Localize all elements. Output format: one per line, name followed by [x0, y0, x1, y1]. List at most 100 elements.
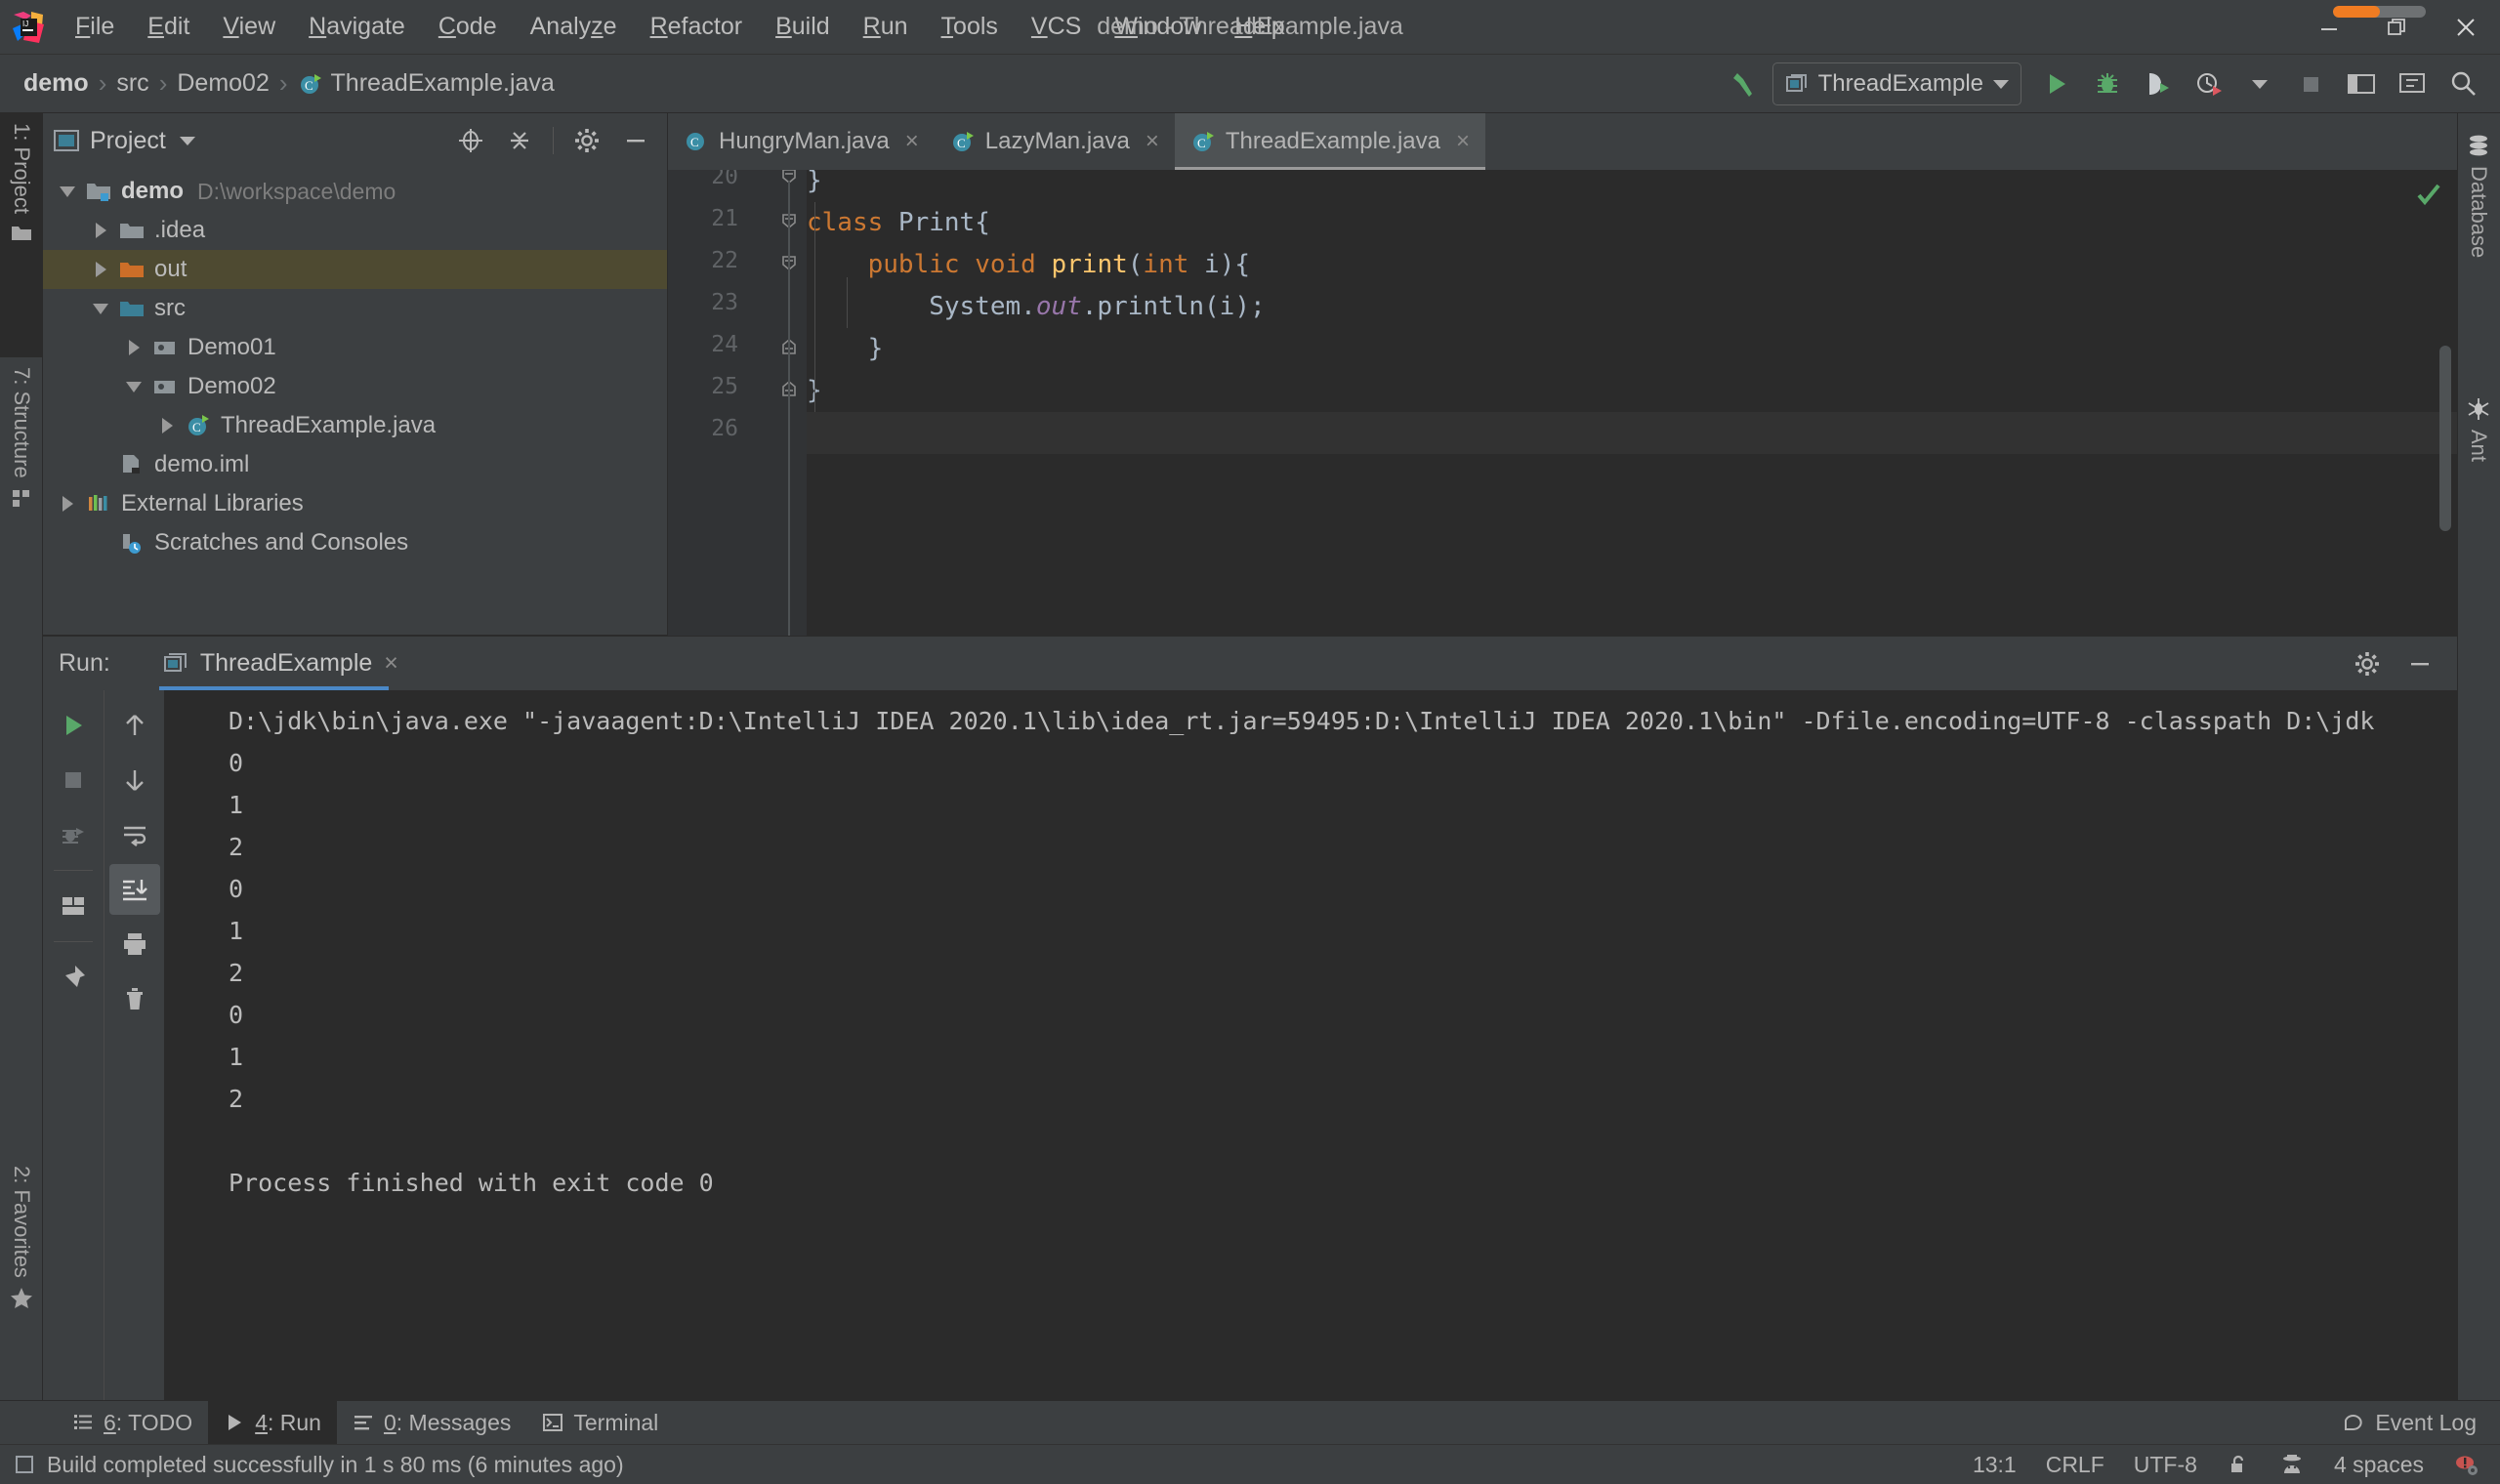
tree-row-scratches-and-consoles[interactable]: Scratches and Consoles: [43, 523, 667, 562]
menu-item-vcs[interactable]: VCS: [1015, 10, 1098, 45]
trash-icon[interactable]: [109, 973, 160, 1024]
run-with-coverage-icon[interactable]: [2135, 61, 2182, 107]
event-log-button[interactable]: Event Log: [2342, 1410, 2500, 1436]
menu-item-edit[interactable]: Edit: [131, 10, 206, 45]
menu-item-run[interactable]: Run: [847, 10, 925, 45]
menu-item-view[interactable]: View: [206, 10, 292, 45]
menu-item-analyze[interactable]: Analyze: [514, 10, 634, 45]
rerun-icon[interactable]: [48, 700, 99, 751]
tree-row-demo02[interactable]: Demo02: [43, 367, 667, 406]
tree-row-out[interactable]: out: [43, 250, 667, 289]
chevron-down-icon[interactable]: [179, 136, 195, 145]
gear-icon[interactable]: [565, 119, 608, 162]
editor-tab-hungryman[interactable]: C HungryMan.java ×: [668, 113, 935, 170]
hector-icon[interactable]: [2279, 1452, 2305, 1477]
rerun-failed-tests-icon[interactable]: [48, 809, 99, 860]
menu-item-code[interactable]: Code: [422, 10, 514, 45]
breadcrumb-item-demo02[interactable]: Demo02: [169, 67, 277, 100]
breadcrumb-item-src[interactable]: src: [108, 67, 156, 100]
sidebar-item-ant[interactable]: Ant: [2457, 387, 2500, 533]
chevron-down-icon[interactable]: [1993, 79, 2009, 89]
inspection-ok-icon[interactable]: [2414, 180, 2443, 214]
stop-icon[interactable]: [2287, 61, 2334, 107]
twisty-right-icon[interactable]: [152, 418, 182, 433]
twisty-down-icon[interactable]: [86, 303, 115, 314]
breadcrumb-item-demo[interactable]: demo: [16, 67, 97, 100]
twisty-down-icon[interactable]: [53, 186, 82, 197]
window-controls[interactable]: [2295, 0, 2500, 55]
pin-icon[interactable]: [48, 952, 99, 1003]
collapse-all-icon[interactable]: [498, 119, 541, 162]
sync-icon[interactable]: [2389, 61, 2436, 107]
tree-row-src[interactable]: src: [43, 289, 667, 328]
tree-row-demo-iml[interactable]: demo.iml: [43, 445, 667, 484]
hide-icon[interactable]: [614, 119, 657, 162]
inspection-warning-icon[interactable]: [2453, 1452, 2479, 1477]
soft-wrap-icon[interactable]: [109, 809, 160, 860]
file-encoding[interactable]: UTF-8: [2134, 1452, 2197, 1478]
console-output[interactable]: D:\jdk\bin\java.exe "-javaagent:D:\Intel…: [164, 690, 2457, 1429]
code-content[interactable]: } class Print{ public void print(int i){…: [807, 170, 2457, 636]
bottom-tab-run[interactable]: 4: Run: [208, 1400, 337, 1445]
search-everywhere-icon[interactable]: [2439, 61, 2486, 107]
twisty-right-icon[interactable]: [119, 340, 148, 355]
project-tree[interactable]: demo D:\workspace\demo .idea out src Dem…: [43, 168, 667, 635]
sidebar-item-database[interactable]: Database: [2457, 123, 2500, 367]
down-icon[interactable]: [109, 755, 160, 805]
twisty-down-icon[interactable]: [119, 381, 148, 392]
close-icon[interactable]: ×: [1146, 128, 1159, 155]
print-icon[interactable]: [109, 919, 160, 969]
menu-item-tools[interactable]: Tools: [925, 10, 1015, 45]
code-editor[interactable]: 20 21 22 23 24 25 26} class Print{publ…: [668, 170, 2457, 636]
hide-icon[interactable]: [2398, 642, 2441, 685]
unlock-icon[interactable]: [2227, 1453, 2250, 1476]
up-icon[interactable]: [109, 700, 160, 751]
layout-icon[interactable]: [2338, 61, 2385, 107]
bottom-tab-messages[interactable]: 0: Messages: [337, 1401, 526, 1445]
editor-tab-lazyman[interactable]: C LazyMan.java ×: [935, 113, 1175, 170]
menu-item-help[interactable]: Help: [1218, 10, 1301, 45]
close-icon[interactable]: ×: [905, 128, 919, 155]
close-icon[interactable]: [2432, 0, 2500, 55]
tree-row-threadexample[interactable]: C ThreadExample.java: [43, 406, 667, 445]
menu-item-navigate[interactable]: Navigate: [292, 10, 422, 45]
sidebar-item-project[interactable]: 1: Project: [0, 113, 43, 357]
tree-row-idea[interactable]: .idea: [43, 211, 667, 250]
tree-row-external-libraries[interactable]: External Libraries: [43, 484, 667, 523]
tree-row-demo01[interactable]: Demo01: [43, 328, 667, 367]
line-separator[interactable]: CRLF: [2046, 1452, 2104, 1478]
profiler-dropdown-icon[interactable]: [2236, 61, 2283, 107]
restore-icon[interactable]: [2363, 0, 2432, 55]
indent-setting[interactable]: 4 spaces: [2334, 1452, 2424, 1478]
build-status-message[interactable]: Build completed successfully in 1 s 80 m…: [14, 1452, 624, 1478]
locate-icon[interactable]: [449, 119, 492, 162]
caret-position[interactable]: 13:1: [1973, 1452, 2017, 1478]
build-hammer-icon[interactable]: [1722, 61, 1769, 107]
menu-bar[interactable]: File Edit View Navigate Code Analyze Ref…: [59, 10, 1302, 45]
close-icon[interactable]: ×: [384, 649, 398, 678]
editor-tab-threadexample[interactable]: C ThreadExample.java ×: [1174, 113, 1486, 170]
stop-icon[interactable]: [48, 755, 99, 805]
scroll-to-end-icon[interactable]: [108, 864, 160, 915]
sidebar-item-favorites[interactable]: 2: Favorites: [0, 1156, 43, 1420]
bottom-tab-todo[interactable]: 6: TODO: [57, 1401, 208, 1445]
tree-row-demo[interactable]: demo D:\workspace\demo: [43, 172, 667, 211]
editor-tab-bar[interactable]: C HungryMan.java × C LazyMan.java × C Th…: [668, 113, 2457, 170]
debug-icon[interactable]: [2084, 61, 2131, 107]
run-icon[interactable]: [2033, 61, 2080, 107]
twisty-right-icon[interactable]: [53, 496, 82, 512]
menu-item-refactor[interactable]: Refactor: [634, 10, 760, 45]
run-configuration-selector[interactable]: ThreadExample: [1771, 62, 2021, 105]
layout-settings-icon[interactable]: [48, 881, 99, 931]
bottom-tab-terminal[interactable]: Terminal: [526, 1401, 674, 1445]
minimize-icon[interactable]: [2295, 0, 2363, 55]
twisty-right-icon[interactable]: [86, 262, 115, 277]
sidebar-item-structure[interactable]: 7: Structure: [0, 357, 43, 640]
gear-icon[interactable]: [2346, 642, 2389, 685]
twisty-right-icon[interactable]: [86, 223, 115, 238]
profiler-icon[interactable]: [2186, 61, 2232, 107]
menu-item-file[interactable]: File: [59, 10, 131, 45]
run-tab-threadexample[interactable]: ThreadExample ×: [149, 637, 412, 691]
close-icon[interactable]: ×: [1456, 128, 1470, 155]
menu-item-build[interactable]: Build: [759, 10, 847, 45]
